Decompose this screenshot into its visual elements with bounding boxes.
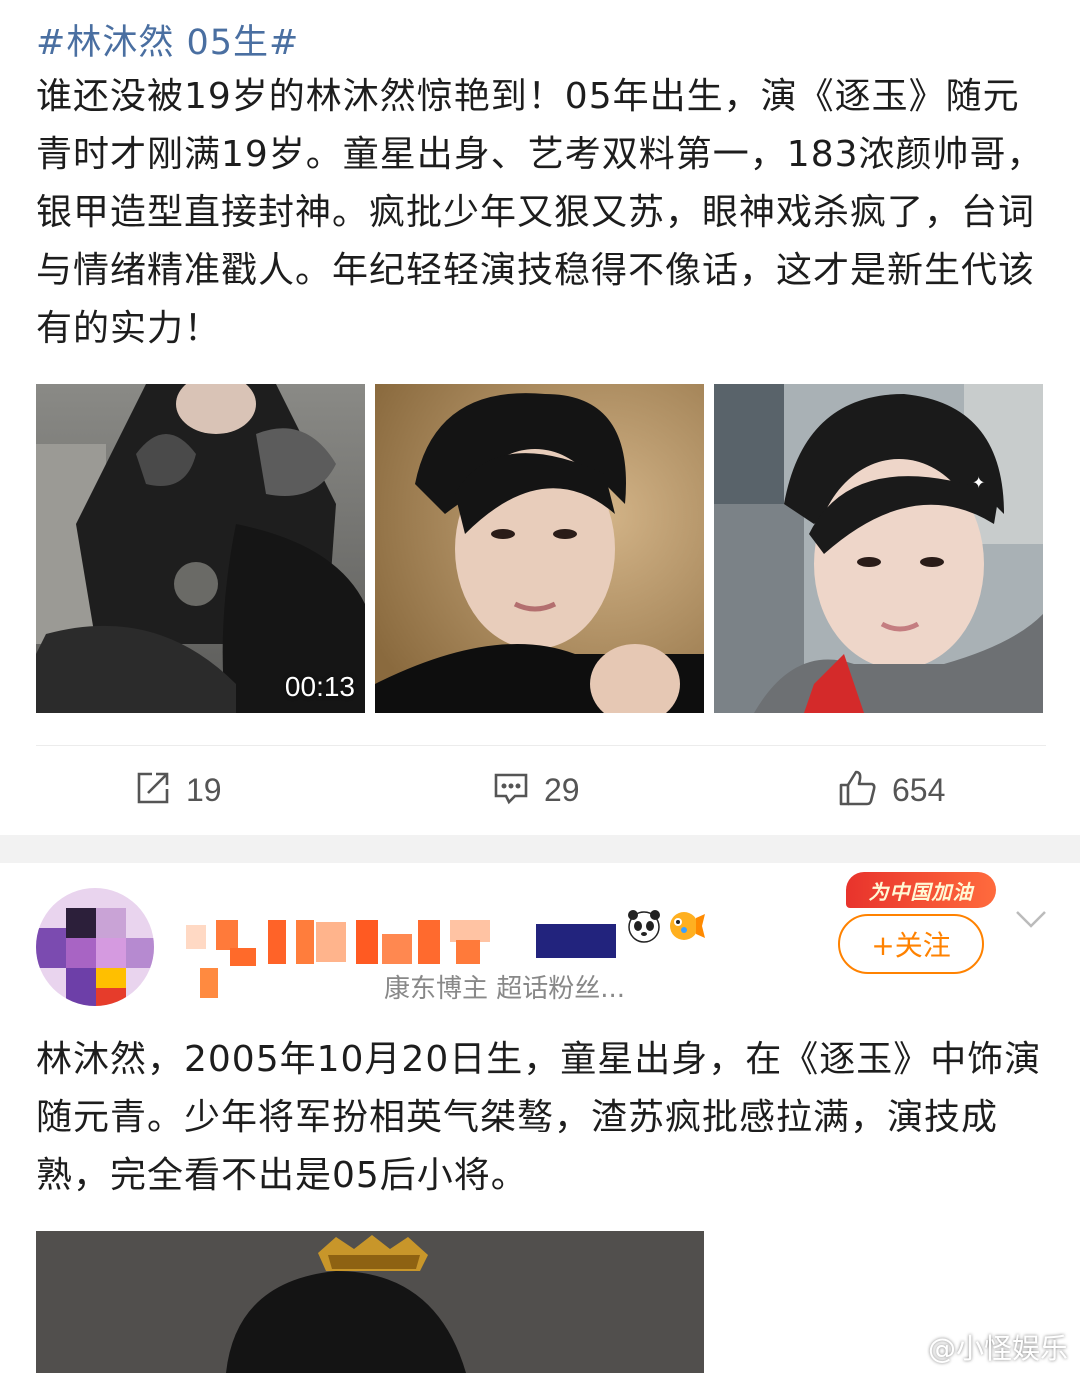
video-thumbnail-armor[interactable]: 00:13 [36, 384, 365, 713]
comment-count: 29 [544, 771, 580, 808]
svg-text:✦: ✦ [972, 473, 985, 492]
image-grid: 00:13 ✦ [36, 384, 1044, 713]
watermark: @小怪娱乐 [888, 1327, 1068, 1367]
repost-count: 19 [186, 771, 222, 808]
repost-button[interactable]: 19 [134, 768, 222, 812]
watermark-text: @小怪娱乐 [927, 1332, 1068, 1365]
chevron-down-icon[interactable] [1014, 908, 1048, 936]
topic-hashtag[interactable]: #林沐然 05生# [36, 14, 299, 65]
user-subtitle: 康东博主 超话粉丝... [384, 974, 626, 1004]
avatar[interactable] [36, 888, 154, 1006]
pufferfish-emoji-icon [666, 908, 705, 944]
post-body-text-2: 林沐然，2005年10月20日生，童星出身，在《逐玉》中饰演随元青。少年将军扮相… [36, 1039, 1042, 1196]
thumbs-up-icon [838, 768, 878, 812]
username-redacted[interactable] [186, 910, 616, 998]
divider [36, 745, 1046, 746]
like-count: 654 [892, 771, 946, 808]
comment-icon [492, 769, 530, 811]
like-button[interactable]: 654 [838, 768, 945, 812]
follow-button[interactable]: +关注 [838, 914, 984, 974]
post-body-text: 谁还没被19岁的林沐然惊艳到！05年出生，演《逐玉》随元青时才刚满19岁。童星出… [36, 76, 1044, 349]
photo-thumbnail-portrait[interactable] [375, 384, 704, 713]
panda-emoji-icon [626, 908, 662, 944]
post-image-large[interactable] [36, 1231, 704, 1373]
video-duration: 00:13 [284, 671, 355, 702]
repost-icon [134, 769, 172, 811]
feed-separator [0, 835, 1080, 863]
campaign-badge: 为中国加油 [846, 872, 996, 908]
photo-thumbnail-selfie[interactable]: ✦ [714, 384, 1043, 713]
comment-button[interactable]: 29 [492, 768, 580, 812]
weibo-logo-icon [888, 1330, 922, 1365]
